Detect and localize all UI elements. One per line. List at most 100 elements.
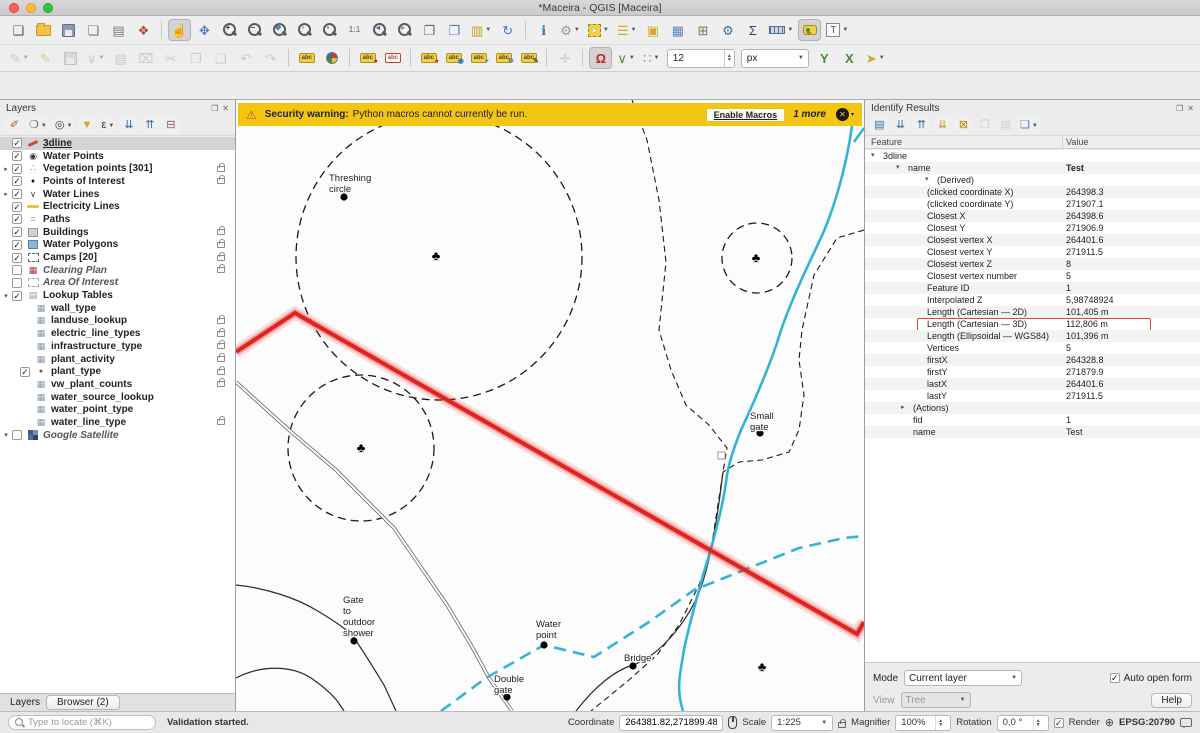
auto-open-form-checkbox[interactable]: ✓ bbox=[1110, 673, 1120, 683]
layer-checkbox[interactable]: ✓ bbox=[12, 189, 22, 199]
zoom-window-button[interactable] bbox=[43, 3, 53, 13]
new-3d-map-view-button[interactable]: ❐ bbox=[443, 19, 466, 41]
identify-row[interactable]: (clicked coordinate X)264398.3 bbox=[865, 186, 1200, 198]
layer-checkbox[interactable]: ✓ bbox=[12, 240, 22, 250]
layer-checkbox[interactable]: ✓ bbox=[12, 138, 22, 148]
mode-dropdown[interactable]: Current layer ▼ bbox=[904, 670, 1022, 686]
layer-item[interactable]: ✓●Points of Interest bbox=[0, 175, 235, 188]
style-manager-button[interactable]: ❖ bbox=[132, 19, 155, 41]
layer-item[interactable]: ▾✓▤Lookup Tables bbox=[0, 289, 235, 302]
identify-row[interactable]: Closest vertex Y271911.5 bbox=[865, 246, 1200, 258]
layer-checkbox[interactable]: ✓ bbox=[12, 176, 22, 186]
save-project-button[interactable] bbox=[57, 19, 80, 41]
text-annotation-button[interactable]: T▼ bbox=[823, 19, 851, 41]
layer-item[interactable]: ✓Camps [20] bbox=[0, 251, 235, 264]
show-bookmarks-button[interactable]: ▥▼ bbox=[468, 19, 494, 41]
pin-labels-button[interactable]: abc● bbox=[356, 47, 379, 69]
pan-map-button[interactable]: ☝ bbox=[168, 19, 191, 41]
zoom-native-resolution-button[interactable]: 1:1 bbox=[343, 19, 366, 41]
identify-row[interactable]: Length (Cartesian — 2D)101,405 m bbox=[865, 306, 1200, 318]
close-window-button[interactable] bbox=[9, 3, 19, 13]
zoom-in-button[interactable]: + bbox=[218, 19, 241, 41]
identify-row[interactable]: firstX264328.8 bbox=[865, 354, 1200, 366]
form-view-button[interactable]: ▤ bbox=[870, 117, 889, 134]
expand-arrow-icon[interactable]: ▾ bbox=[896, 162, 900, 174]
identify-row[interactable]: Closest vertex number5 bbox=[865, 270, 1200, 282]
zoom-out-button[interactable]: − bbox=[243, 19, 266, 41]
pan-to-selection-button[interactable]: ✥ bbox=[193, 19, 216, 41]
identify-mode-button[interactable]: ❏▼ bbox=[1017, 117, 1041, 134]
clear-results-button[interactable]: ⊠ bbox=[954, 117, 973, 134]
expand-arrow-icon[interactable]: ▾ bbox=[0, 292, 12, 300]
expand-arrow-icon[interactable]: ▸ bbox=[901, 402, 905, 414]
layer-item[interactable]: ✓Electricity Lines bbox=[0, 200, 235, 213]
identify-row[interactable]: ▾3dline bbox=[865, 150, 1200, 162]
locate-input[interactable] bbox=[28, 717, 143, 728]
layer-checkbox[interactable]: ✓ bbox=[12, 202, 22, 212]
manage-map-themes-button[interactable]: ❍▼ bbox=[26, 117, 50, 134]
move-label-button[interactable]: abc● bbox=[417, 47, 440, 69]
open-attribute-table-button[interactable]: ▦ bbox=[666, 19, 689, 41]
layer-item[interactable]: ▦vw_plant_counts bbox=[0, 378, 235, 391]
map-canvas[interactable]: ♣♣♣♣ ThreshingcircleSmallgateGatetooutdo… bbox=[236, 100, 864, 711]
undock-panel-icon[interactable]: ❐ bbox=[211, 104, 218, 113]
coordinate-box[interactable] bbox=[619, 715, 723, 731]
scale-dropdown[interactable]: 1:225 ▼ bbox=[771, 715, 833, 731]
help-button[interactable]: Help bbox=[1151, 693, 1192, 708]
rotation-spinbox[interactable]: 0,0 ° ▲▼ bbox=[997, 715, 1049, 731]
close-panel-icon[interactable]: ✕ bbox=[1187, 104, 1194, 113]
layer-item[interactable]: ✓◉Water Points bbox=[0, 150, 235, 163]
identify-row[interactable]: lastY271911.5 bbox=[865, 390, 1200, 402]
change-label-properties-button[interactable]: abc✎ bbox=[517, 47, 540, 69]
layer-checkbox[interactable]: ✓ bbox=[12, 430, 22, 440]
layer-item[interactable]: ▦landuse_lookup bbox=[0, 315, 235, 328]
minimize-window-button[interactable] bbox=[26, 3, 36, 13]
identify-row[interactable]: firstY271879.9 bbox=[865, 366, 1200, 378]
undock-panel-icon[interactable]: ❐ bbox=[1176, 104, 1183, 113]
scale-lock-icon[interactable] bbox=[838, 722, 846, 728]
layer-item[interactable]: ▦water_point_type bbox=[0, 403, 235, 416]
identify-row[interactable]: Length (Ellipsoidal — WGS84)101,396 m bbox=[865, 330, 1200, 342]
identify-row[interactable]: ▸(Actions) bbox=[865, 402, 1200, 414]
layer-checkbox[interactable]: ✓ bbox=[12, 291, 22, 301]
deselect-all-button[interactable]: ▣ bbox=[641, 19, 664, 41]
identify-row[interactable]: ▾(Derived) bbox=[865, 174, 1200, 186]
open-layer-styling-button[interactable]: ✐ bbox=[5, 117, 24, 134]
crs-status[interactable]: EPSG:20790 bbox=[1119, 717, 1175, 728]
layer-item[interactable]: ✓Buildings bbox=[0, 226, 235, 239]
close-panel-icon[interactable]: ✕ bbox=[222, 104, 229, 113]
layer-item[interactable]: ✓=Paths bbox=[0, 213, 235, 226]
zoom-full-extent-button[interactable]: ✥ bbox=[268, 19, 291, 41]
identify-row[interactable]: Closest vertex Z8 bbox=[865, 258, 1200, 270]
layer-item[interactable]: ▦plant_activity bbox=[0, 353, 235, 366]
run-feature-action-button[interactable]: ⚙▼ bbox=[557, 19, 583, 41]
identify-row[interactable]: nameTest bbox=[865, 426, 1200, 438]
layer-item[interactable]: ✓3dline bbox=[0, 137, 235, 150]
map-tips-button[interactable] bbox=[798, 19, 821, 41]
expand-all-button[interactable]: ⇊ bbox=[119, 117, 138, 134]
enable-snapping-button[interactable]: Ω bbox=[589, 47, 612, 69]
zoom-to-layer-button[interactable]: ▪ bbox=[318, 19, 341, 41]
layer-checkbox[interactable]: ✓ bbox=[12, 278, 22, 288]
locate-search[interactable] bbox=[8, 715, 156, 730]
expand-arrow-icon[interactable]: ▾ bbox=[871, 150, 875, 162]
tab-layers[interactable]: Layers bbox=[10, 697, 40, 708]
identify-row[interactable]: Closest Y271906.9 bbox=[865, 222, 1200, 234]
snapping-marker-button[interactable]: ➤▼ bbox=[863, 47, 888, 69]
topological-editing-button[interactable]: Y bbox=[813, 47, 836, 69]
snap-tolerance-spinbox[interactable]: 12▲▼ bbox=[667, 49, 735, 68]
filter-by-expression-button[interactable]: ε▼ bbox=[98, 117, 117, 134]
layer-item[interactable]: ▦electric_line_types bbox=[0, 327, 235, 340]
banner-close-icon[interactable]: ✕ bbox=[836, 108, 849, 121]
messages-log-icon[interactable] bbox=[1180, 718, 1192, 727]
zoom-to-selection-button[interactable]: ▪ bbox=[293, 19, 316, 41]
select-by-expression-button[interactable]: ☰▼ bbox=[614, 19, 640, 41]
layer-labeling-options-button[interactable]: abc bbox=[295, 47, 318, 69]
identify-row[interactable]: (clicked coordinate Y)271907.1 bbox=[865, 198, 1200, 210]
identify-row[interactable]: Closest vertex X264401.6 bbox=[865, 234, 1200, 246]
expand-arrow-icon[interactable]: ▸ bbox=[0, 165, 12, 173]
show-hide-labels-button[interactable]: abc◉ bbox=[442, 47, 465, 69]
identify-row[interactable]: Interpolated Z5,98748924 bbox=[865, 294, 1200, 306]
layer-checkbox[interactable]: ✓ bbox=[12, 227, 22, 237]
identify-row[interactable]: Length (Cartesian — 3D)112,806 m bbox=[865, 318, 1200, 330]
